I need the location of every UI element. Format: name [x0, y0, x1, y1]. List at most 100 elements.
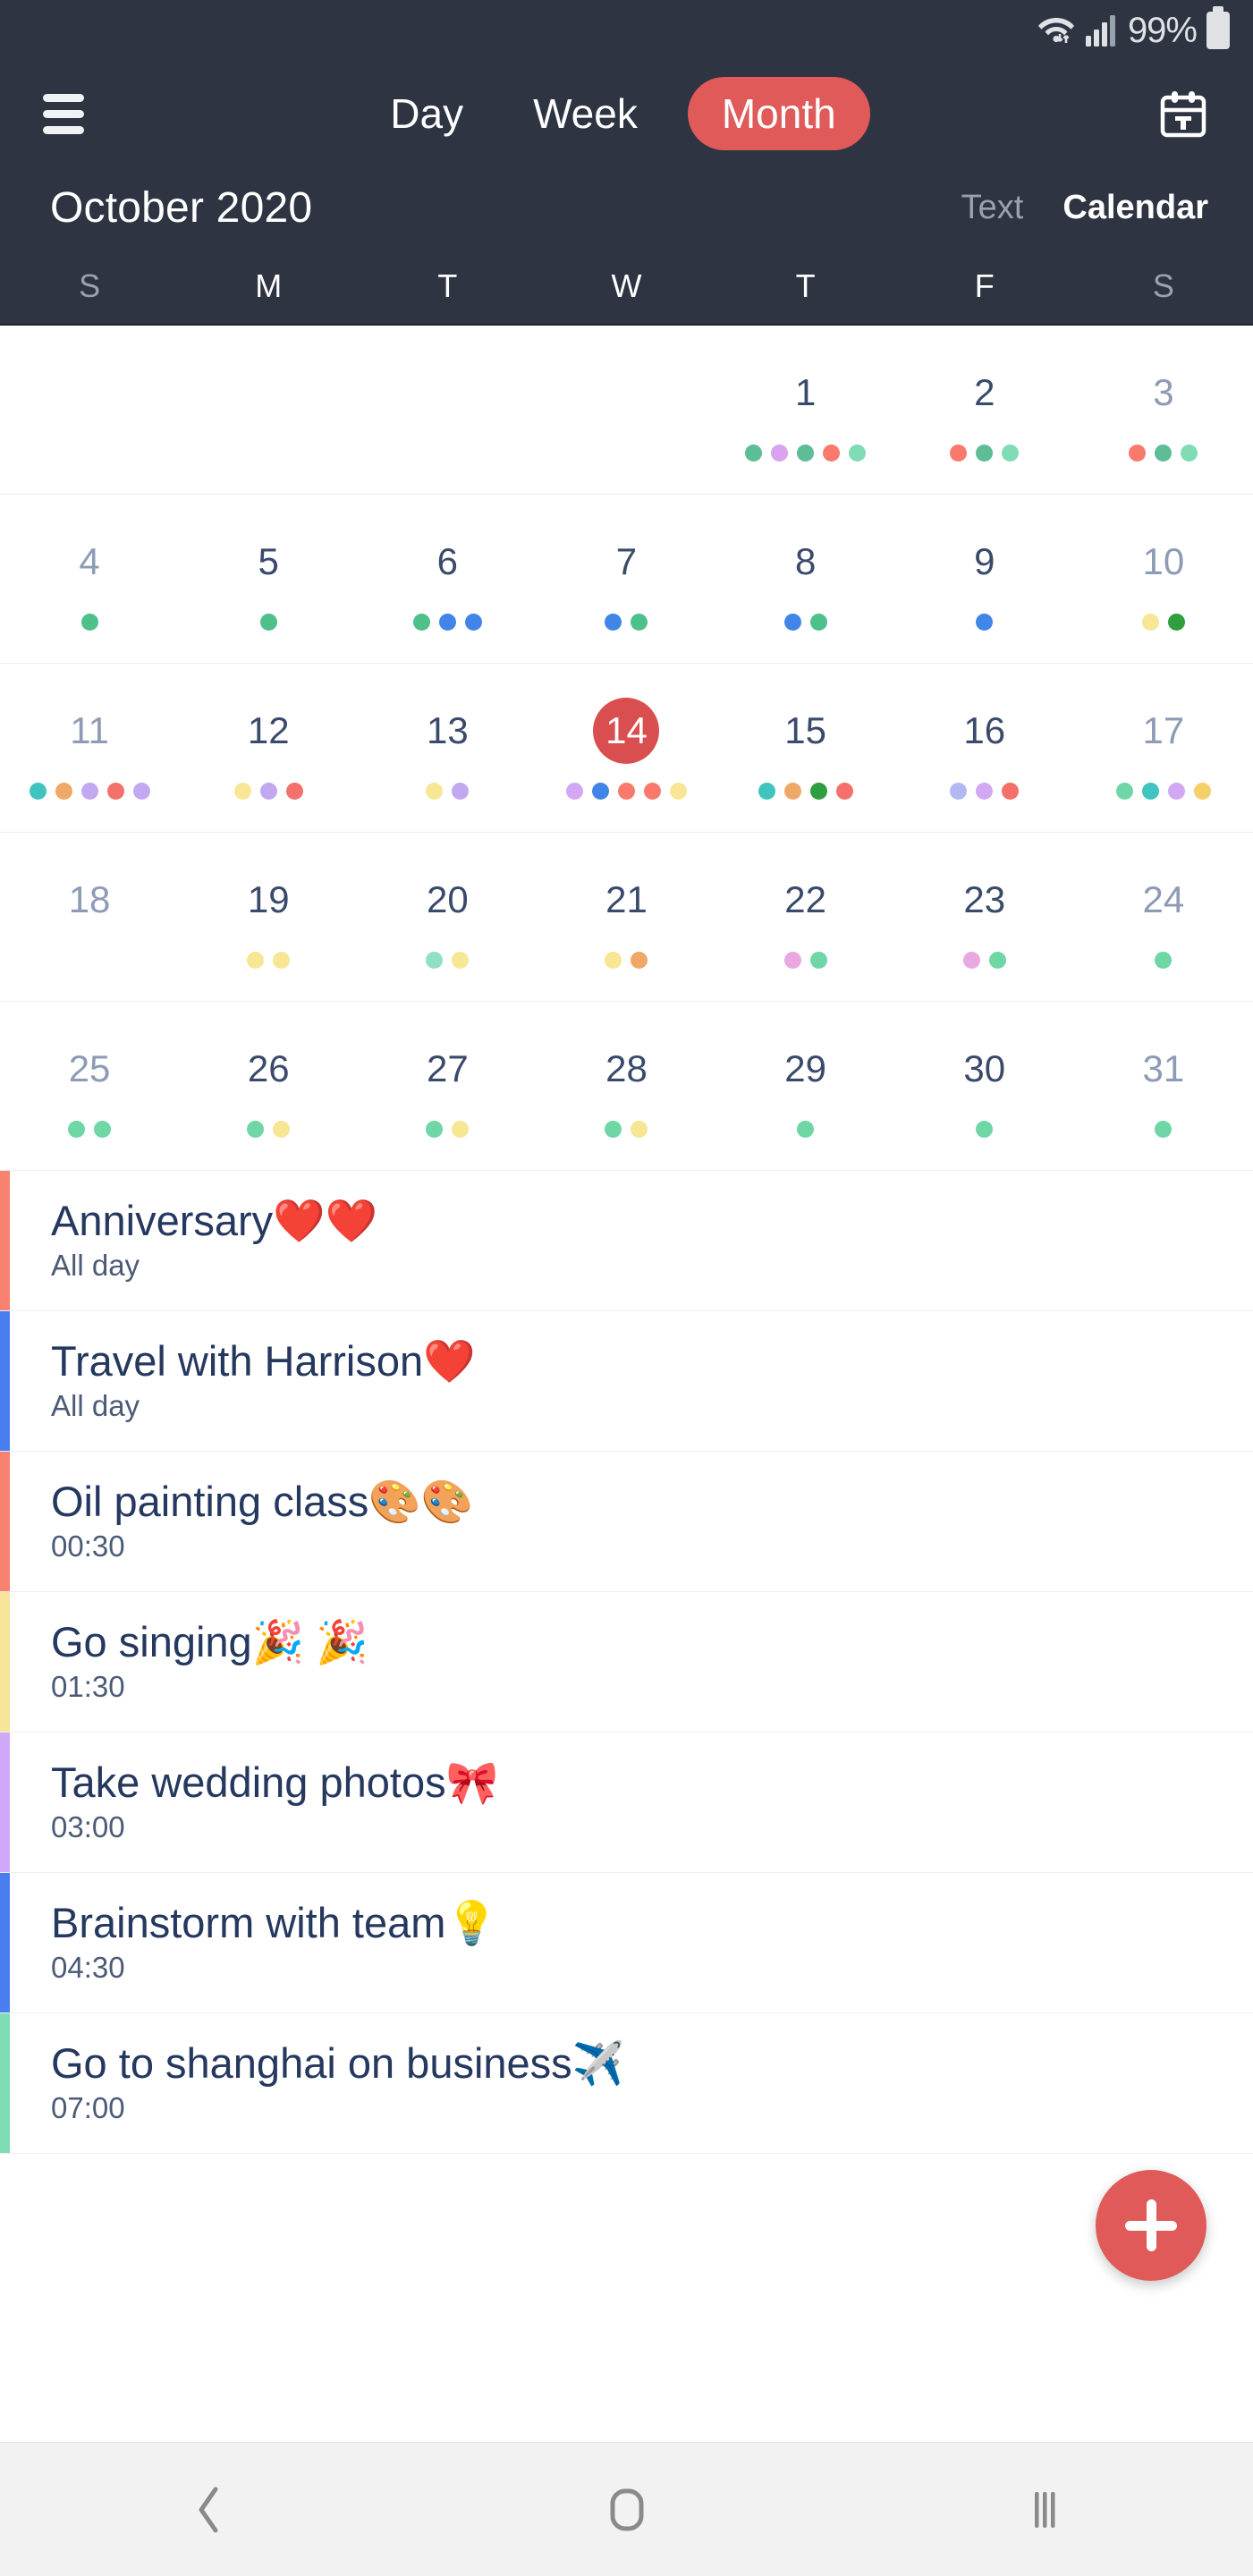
calendar-week-row: 18 19 20 21 22 23 24 [0, 833, 1253, 1002]
event-dot [247, 1120, 265, 1138]
day-number: 20 [426, 878, 469, 920]
calendar-day-19[interactable]: 19 [179, 833, 358, 1001]
calendar-day-16[interactable]: 16 [895, 664, 1074, 832]
calendar-day-31[interactable]: 31 [1074, 1002, 1253, 1170]
calendar-day-5[interactable]: 5 [179, 495, 358, 663]
event-body: Travel with Harrison❤️ All day [10, 1311, 1253, 1451]
back-chevron-icon[interactable] [0, 2482, 418, 2538]
mode-calendar-button[interactable]: Calendar [1063, 189, 1208, 227]
home-square-icon[interactable] [418, 2484, 835, 2536]
tab-day[interactable]: Day [370, 79, 483, 148]
event-dot [426, 1120, 444, 1138]
calendar-week-row: 4 5 6 7 8 9 10 [0, 495, 1253, 664]
event-dot [438, 613, 456, 631]
calendar-day-15[interactable]: 15 [716, 664, 895, 832]
event-body: Brainstorm with team💡 04:30 [10, 1873, 1253, 2012]
calendar-day-6[interactable]: 6 [358, 495, 537, 663]
calendar-day-18[interactable]: 18 [0, 833, 179, 1001]
calendar-day-26[interactable]: 26 [179, 1002, 358, 1170]
event-body: Oil painting class🎨🎨 00:30 [10, 1452, 1253, 1591]
calendar-week-row: 11 12 13 14 15 16 17 [0, 664, 1253, 833]
event-list-item[interactable]: Brainstorm with team💡 04:30 [0, 1873, 1253, 2013]
event-dot [976, 444, 994, 462]
cellular-signal-icon [1085, 11, 1118, 51]
mode-text-button[interactable]: Text [961, 189, 1024, 227]
event-dot [809, 782, 827, 800]
recent-apps-icon[interactable] [835, 2484, 1253, 2536]
event-list-item[interactable]: Anniversary❤️❤️ All day [0, 1171, 1253, 1311]
calendar-day-empty [0, 326, 179, 494]
event-dot [617, 782, 635, 800]
app-bar: Day Week Month October 2020 Text Calenda… [0, 61, 1253, 326]
event-dot [605, 1120, 622, 1138]
calendar-today-icon[interactable] [1156, 87, 1210, 140]
event-dot [1193, 782, 1211, 800]
event-dots [426, 1120, 470, 1138]
event-title: Oil painting class🎨🎨 [51, 1477, 474, 1525]
event-dot [259, 782, 277, 800]
event-list-item[interactable]: Go singing🎉 🎉 01:30 [0, 1592, 1253, 1733]
event-dot [1002, 444, 1020, 462]
calendar-day-9[interactable]: 9 [895, 495, 1074, 663]
event-list-item[interactable]: Travel with Harrison❤️ All day [0, 1311, 1253, 1452]
calendar-day-1[interactable]: 1 [716, 326, 895, 494]
calendar-day-22[interactable]: 22 [716, 833, 895, 1001]
event-list-item[interactable]: Oil painting class🎨🎨 00:30 [0, 1452, 1253, 1592]
calendar-day-24[interactable]: 24 [1074, 833, 1253, 1001]
calendar-day-23[interactable]: 23 [895, 833, 1074, 1001]
event-color-bar [0, 1452, 10, 1591]
event-title: Brainstorm with team💡 [51, 1898, 498, 1946]
event-title: Anniversary❤️❤️ [51, 1196, 378, 1244]
event-color-bar [0, 1873, 10, 2012]
content-bottom-area [0, 2154, 1253, 2442]
calendar-day-29[interactable]: 29 [716, 1002, 895, 1170]
event-dot [669, 782, 687, 800]
page-title[interactable]: October 2020 [50, 183, 312, 233]
event-time: 04:30 [51, 1951, 125, 1985]
weekday-header: S M T W T F S [0, 249, 1253, 326]
event-dots [797, 1120, 815, 1138]
calendar-day-21[interactable]: 21 [537, 833, 715, 1001]
day-number: 21 [605, 878, 648, 920]
weekday-tue: T [437, 267, 458, 304]
add-event-fab[interactable] [1096, 2170, 1206, 2281]
calendar-day-4[interactable]: 4 [0, 495, 179, 663]
calendar-day-14[interactable]: 14 [537, 664, 715, 832]
status-icons: 99% [1037, 6, 1230, 51]
event-color-bar [0, 1733, 10, 1872]
event-dots [426, 782, 470, 800]
calendar-day-2[interactable]: 2 [895, 326, 1074, 494]
event-dots [412, 613, 482, 631]
event-dot [758, 782, 775, 800]
calendar-day-20[interactable]: 20 [358, 833, 537, 1001]
calendar-day-10[interactable]: 10 [1074, 495, 1253, 663]
calendar-day-17[interactable]: 17 [1074, 664, 1253, 832]
event-title: Go to shanghai on business✈️ [51, 2038, 625, 2087]
tab-month[interactable]: Month [687, 77, 870, 150]
calendar-day-11[interactable]: 11 [0, 664, 179, 832]
tab-week[interactable]: Week [513, 79, 657, 148]
day-number: 17 [1142, 709, 1185, 751]
event-dot [233, 782, 251, 800]
wifi-icon [1037, 11, 1076, 51]
hamburger-menu-icon[interactable] [43, 93, 84, 134]
calendar-day-30[interactable]: 30 [895, 1002, 1074, 1170]
calendar-day-27[interactable]: 27 [358, 1002, 537, 1170]
event-dot [809, 613, 827, 631]
calendar-day-13[interactable]: 13 [358, 664, 537, 832]
calendar-day-8[interactable]: 8 [716, 495, 895, 663]
event-list-item[interactable]: Go to shanghai on business✈️ 07:00 [0, 2013, 1253, 2154]
event-list-item[interactable]: Take wedding photos🎀 03:00 [0, 1733, 1253, 1873]
day-number: 25 [68, 1047, 111, 1089]
event-dots [259, 613, 277, 631]
calendar-day-3[interactable]: 3 [1074, 326, 1253, 494]
event-body: Go to shanghai on business✈️ 07:00 [10, 2013, 1253, 2153]
event-dot [950, 444, 968, 462]
calendar-day-12[interactable]: 12 [179, 664, 358, 832]
calendar-day-7[interactable]: 7 [537, 495, 715, 663]
event-dots [1115, 782, 1211, 800]
calendar-day-25[interactable]: 25 [0, 1002, 179, 1170]
event-dot [259, 613, 277, 631]
battery-percent-label: 99% [1127, 10, 1198, 50]
calendar-day-28[interactable]: 28 [537, 1002, 715, 1170]
